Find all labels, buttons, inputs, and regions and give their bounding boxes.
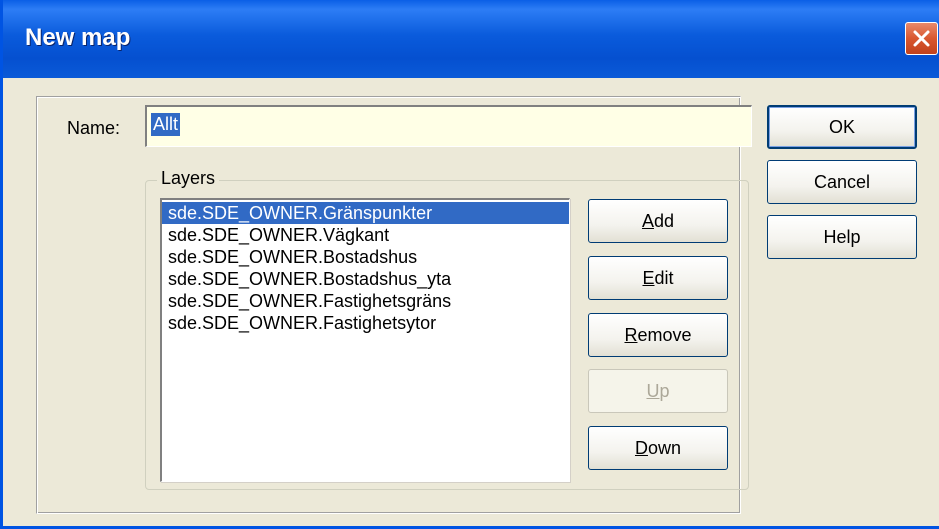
add-label-rest: dd	[653, 211, 675, 231]
name-label: Name:	[67, 118, 121, 138]
up-mnemonic: U	[646, 381, 660, 401]
down-label-rest: own	[647, 438, 682, 458]
remove-label-rest: emove	[637, 325, 692, 345]
layer-list-item[interactable]: sde.SDE_OWNER.Bostadshus_yta	[162, 268, 569, 290]
up-label-rest: p	[659, 381, 670, 401]
layer-list-item[interactable]: sde.SDE_OWNER.Fastighetsytor	[162, 312, 569, 334]
layer-list-item[interactable]: sde.SDE_OWNER.Bostadshus	[162, 246, 569, 268]
help-button[interactable]: Help	[767, 215, 917, 259]
layer-list-item[interactable]: sde.SDE_OWNER.Vägkant	[162, 224, 569, 246]
new-map-dialog: New map Name: Allt Layers sde.SDE_OWNER.…	[0, 0, 939, 529]
remove-mnemonic: R	[624, 325, 638, 345]
title-bar[interactable]: New map	[3, 0, 939, 78]
add-layer-button[interactable]: Add	[588, 199, 728, 243]
remove-layer-button[interactable]: Remove	[588, 313, 728, 357]
layers-listbox[interactable]: sde.SDE_OWNER.Gränspunkter sde.SDE_OWNER…	[160, 198, 570, 482]
cancel-button[interactable]: Cancel	[767, 160, 917, 204]
down-mnemonic: D	[634, 438, 648, 458]
name-field[interactable]: Allt	[145, 105, 752, 147]
move-up-button[interactable]: Up	[588, 369, 728, 413]
edit-layer-button[interactable]: Edit	[588, 256, 728, 300]
layers-group-label: Layers	[157, 168, 220, 189]
name-field-value: Allt	[151, 113, 181, 136]
move-down-button[interactable]: Down	[588, 426, 728, 470]
add-mnemonic: A	[641, 211, 654, 231]
layer-list-item[interactable]: sde.SDE_OWNER.Fastighetsgräns	[162, 290, 569, 312]
close-button[interactable]	[905, 22, 938, 55]
edit-mnemonic: E	[642, 268, 655, 288]
close-icon	[913, 30, 930, 47]
dialog-client-area: Name: Allt Layers sde.SDE_OWNER.Gränspun…	[3, 78, 939, 526]
ok-button[interactable]: OK	[767, 105, 917, 149]
window-title: New map	[25, 24, 131, 51]
layer-list-item[interactable]: sde.SDE_OWNER.Gränspunkter	[162, 202, 569, 224]
edit-label-rest: dit	[654, 268, 674, 288]
